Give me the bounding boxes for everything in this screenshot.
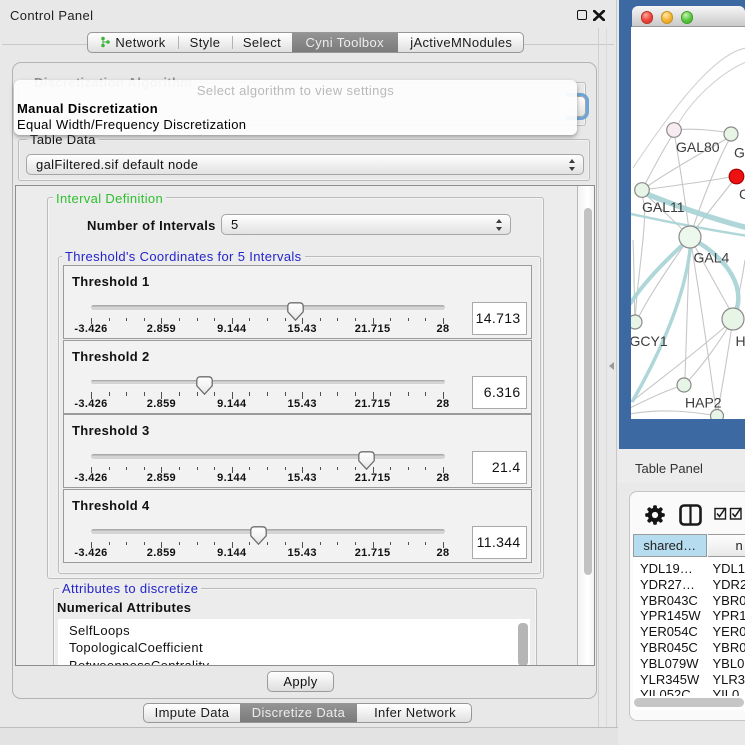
svg-text:GAL80: GAL80 bbox=[676, 139, 720, 155]
svg-text:GA: GA bbox=[734, 145, 745, 161]
svg-text:GCY1: GCY1 bbox=[631, 333, 668, 349]
svg-text:CY: CY bbox=[739, 186, 745, 202]
svg-text:GAL4: GAL4 bbox=[694, 250, 730, 266]
svg-text:HAP2: HAP2 bbox=[685, 395, 722, 411]
svg-text:H: H bbox=[736, 333, 745, 349]
svg-text:GAL11: GAL11 bbox=[642, 199, 685, 215]
